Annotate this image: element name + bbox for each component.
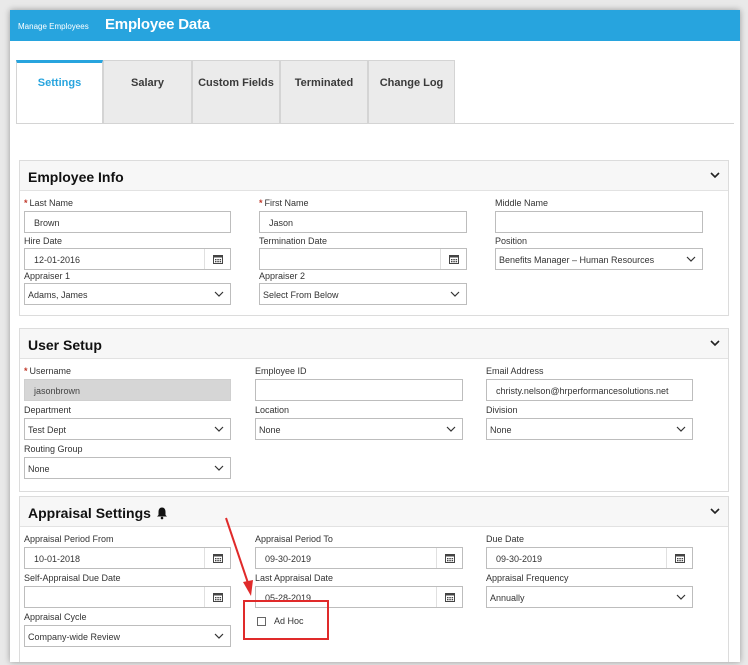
app-window: Manage Employees Employee Data Settings … — [10, 10, 740, 662]
annotation-arrow-icon — [225, 517, 253, 596]
